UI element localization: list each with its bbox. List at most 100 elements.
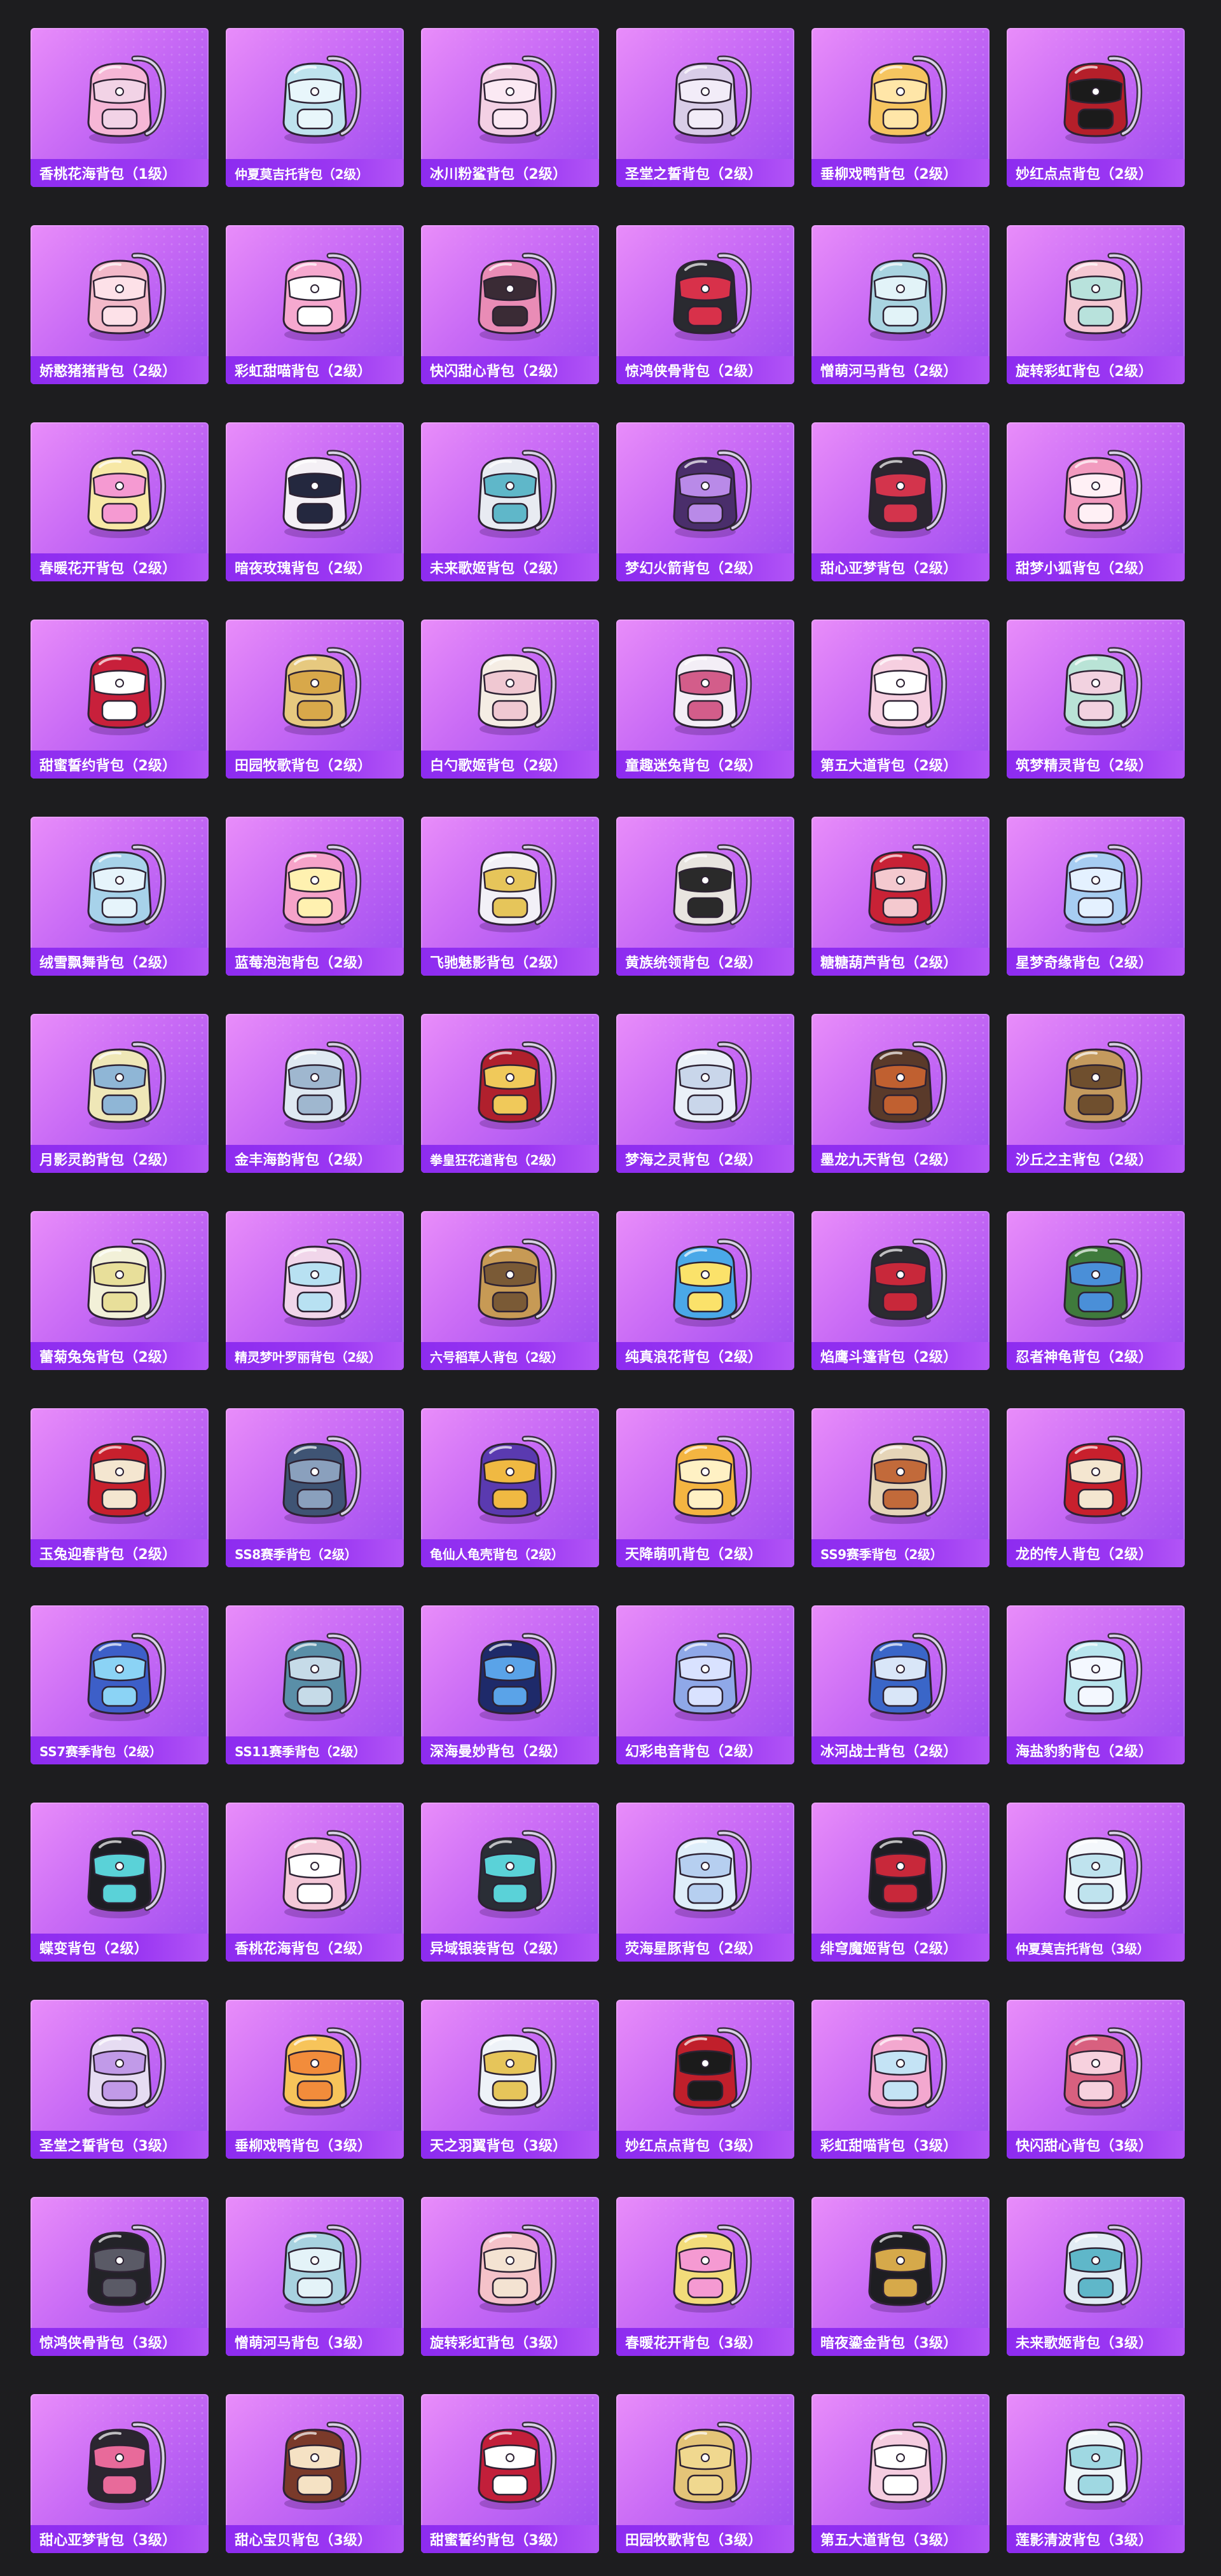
item-name: 暗夜鎏金背包（3级） (820, 2336, 958, 2351)
backpack-card[interactable]: 沙丘之主背包（2级） (1007, 1014, 1185, 1173)
backpack-card[interactable]: 暗夜玫瑰背包（2级） (226, 422, 404, 581)
backpack-card[interactable]: 旋转彩虹背包（3级） (421, 2197, 599, 2356)
backpack-card[interactable]: 田园牧歌背包（2级） (226, 620, 404, 779)
backpack-card[interactable]: 金丰海韵背包（2级） (226, 1014, 404, 1173)
backpack-card[interactable]: 异域银装背包（2级） (421, 1803, 599, 1962)
backpack-card[interactable]: 天降萌叽背包（2级） (616, 1408, 794, 1567)
backpack-card[interactable]: 快闪甜心背包（2级） (421, 225, 599, 384)
backpack-card[interactable]: 海盐豹豹背包（2级） (1007, 1605, 1185, 1764)
backpack-card[interactable]: 童趣迷兔背包（2级） (616, 620, 794, 779)
backpack-card[interactable]: 蝶变背包（2级） (31, 1803, 209, 1962)
item-label-bar: 深海曼妙背包（2级） (421, 1736, 599, 1764)
item-label-bar: 莲影清波背包（3级） (1007, 2525, 1185, 2553)
backpack-card[interactable]: 旋转彩虹背包（2级） (1007, 225, 1185, 384)
item-name: 快闪甜心背包（3级） (1016, 2138, 1153, 2154)
backpack-card[interactable]: 憎萌河马背包（2级） (811, 225, 990, 384)
item-label-bar: 甜心亚梦背包（2级） (811, 553, 990, 581)
backpack-icon (868, 1830, 948, 1918)
item-label-bar: 甜蜜誓约背包（3级） (421, 2525, 599, 2553)
item-name: 黄族统领背包（2级） (625, 955, 762, 971)
backpack-card[interactable]: 未来歌姬背包（2级） (421, 422, 599, 581)
backpack-card[interactable]: 甜心亚梦背包（3级） (31, 2394, 209, 2553)
backpack-card[interactable]: 快闪甜心背包（3级） (1007, 2000, 1185, 2159)
backpack-card[interactable]: 妙红点点背包（3级） (616, 2000, 794, 2159)
item-label-bar: 天之羽翼背包（3级） (421, 2131, 599, 2159)
backpack-card[interactable]: 仲夏莫吉托背包（3级） (1007, 1803, 1185, 1962)
backpack-card[interactable]: 飞驰魅影背包（2级） (421, 817, 599, 976)
backpack-card[interactable]: 妙红点点背包（2级） (1007, 28, 1185, 187)
backpack-card[interactable]: 第五大道背包（3级） (811, 2394, 990, 2553)
backpack-card[interactable]: SS8赛季背包（2级） (226, 1408, 404, 1567)
backpack-card[interactable]: 甜蜜誓约背包（2级） (31, 620, 209, 779)
backpack-icon (673, 1436, 752, 1524)
backpack-card[interactable]: 蓝莓泡泡背包（2级） (226, 817, 404, 976)
backpack-card[interactable]: 星梦奇缘背包（2级） (1007, 817, 1185, 976)
backpack-card[interactable]: 白勺歌姬背包（2级） (421, 620, 599, 779)
backpack-card[interactable]: 甜心宝贝背包（3级） (226, 2394, 404, 2553)
backpack-icon (868, 55, 948, 144)
backpack-card[interactable]: 幻彩电音背包（2级） (616, 1605, 794, 1764)
backpack-card[interactable]: 玉兔迎春背包（2级） (31, 1408, 209, 1567)
backpack-card[interactable]: 春暖花开背包（3级） (616, 2197, 794, 2356)
item-name: 旋转彩虹背包（3级） (430, 2336, 567, 2351)
backpack-card[interactable]: 天之羽翼背包（3级） (421, 2000, 599, 2159)
backpack-card[interactable]: SS7赛季背包（2级） (31, 1605, 209, 1764)
backpack-card[interactable]: 梦海之灵背包（2级） (616, 1014, 794, 1173)
backpack-card[interactable]: 惊鸿侠骨背包（2级） (616, 225, 794, 384)
backpack-card[interactable]: 垂柳戏鸭背包（2级） (811, 28, 990, 187)
backpack-icon (478, 1436, 557, 1524)
backpack-card[interactable]: 冰川粉鲨背包（2级） (421, 28, 599, 187)
item-name: 娇憨猪猪背包（2级） (39, 364, 177, 380)
item-label-bar: 妙红点点背包（2级） (1007, 159, 1185, 187)
backpack-card[interactable]: 拳皇狂花道背包（2级） (421, 1014, 599, 1173)
backpack-card[interactable]: 香桃花海背包（2级） (226, 1803, 404, 1962)
backpack-card[interactable]: 惊鸿侠骨背包（3级） (31, 2197, 209, 2356)
backpack-card[interactable]: 纯真浪花背包（2级） (616, 1211, 794, 1370)
backpack-card[interactable]: 蕾菊兔兔背包（2级） (31, 1211, 209, 1370)
backpack-card[interactable]: 甜梦小狐背包（2级） (1007, 422, 1185, 581)
backpack-card[interactable]: 圣堂之誓背包（2级） (616, 28, 794, 187)
backpack-card[interactable]: 仲夏莫吉托背包（2级） (226, 28, 404, 187)
backpack-card[interactable]: 垂柳戏鸭背包（3级） (226, 2000, 404, 2159)
item-label-bar: 圣堂之誓背包（2级） (616, 159, 794, 187)
item-label-bar: 暗夜鎏金背包（3级） (811, 2328, 990, 2356)
backpack-icon (673, 1830, 752, 1918)
backpack-card[interactable]: 龟仙人龟壳背包（2级） (421, 1408, 599, 1567)
backpack-card[interactable]: 精灵梦叶罗丽背包（2级） (226, 1211, 404, 1370)
backpack-card[interactable]: SS11赛季背包（2级） (226, 1605, 404, 1764)
backpack-card[interactable]: 荧海星豚背包（2级） (616, 1803, 794, 1962)
backpack-card[interactable]: 六号稻草人背包（2级） (421, 1211, 599, 1370)
backpack-card[interactable]: 春暖花开背包（2级） (31, 422, 209, 581)
backpack-card[interactable]: 月影灵韵背包（2级） (31, 1014, 209, 1173)
backpack-card[interactable]: 深海曼妙背包（2级） (421, 1605, 599, 1764)
backpack-card[interactable]: 绒雪飘舞背包（2级） (31, 817, 209, 976)
backpack-card[interactable]: 梦幻火箭背包（2级） (616, 422, 794, 581)
backpack-card[interactable]: 黄族统领背包（2级） (616, 817, 794, 976)
backpack-card[interactable]: 未来歌姬背包（3级） (1007, 2197, 1185, 2356)
backpack-card[interactable]: SS9赛季背包（2级） (811, 1408, 990, 1567)
backpack-card[interactable]: 彩虹甜喵背包（2级） (226, 225, 404, 384)
backpack-card[interactable]: 田园牧歌背包（3级） (616, 2394, 794, 2553)
backpack-card[interactable]: 彩虹甜喵背包（3级） (811, 2000, 990, 2159)
backpack-card[interactable]: 筑梦精灵背包（2级） (1007, 620, 1185, 779)
backpack-card[interactable]: 糖糖葫芦背包（2级） (811, 817, 990, 976)
backpack-card[interactable]: 圣堂之誓背包（3级） (31, 2000, 209, 2159)
backpack-card[interactable]: 龙的传人背包（2级） (1007, 1408, 1185, 1567)
item-name: 飞驰魅影背包（2级） (430, 955, 567, 971)
backpack-card[interactable]: 莲影清波背包（3级） (1007, 2394, 1185, 2553)
backpack-card[interactable]: 娇憨猪猪背包（2级） (31, 225, 209, 384)
backpack-card[interactable]: 焰鹰斗篷背包（2级） (811, 1211, 990, 1370)
backpack-icon (1063, 1436, 1143, 1524)
backpack-card[interactable]: 甜蜜誓约背包（3级） (421, 2394, 599, 2553)
backpack-card[interactable]: 忍者神龟背包（2级） (1007, 1211, 1185, 1370)
item-label-bar: 玉兔迎春背包（2级） (31, 1539, 209, 1567)
backpack-card[interactable]: 第五大道背包（2级） (811, 620, 990, 779)
backpack-card[interactable]: 墨龙九天背包（2级） (811, 1014, 990, 1173)
backpack-card[interactable]: 香桃花海背包（1级） (31, 28, 209, 187)
backpack-card[interactable]: 甜心亚梦背包（2级） (811, 422, 990, 581)
backpack-card[interactable]: 暗夜鎏金背包（3级） (811, 2197, 990, 2356)
item-name: 精灵梦叶罗丽背包（2级） (235, 1349, 382, 1365)
backpack-card[interactable]: 绯穹魔姬背包（2级） (811, 1803, 990, 1962)
backpack-card[interactable]: 憎萌河马背包（3级） (226, 2197, 404, 2356)
backpack-card[interactable]: 冰河战士背包（2级） (811, 1605, 990, 1764)
